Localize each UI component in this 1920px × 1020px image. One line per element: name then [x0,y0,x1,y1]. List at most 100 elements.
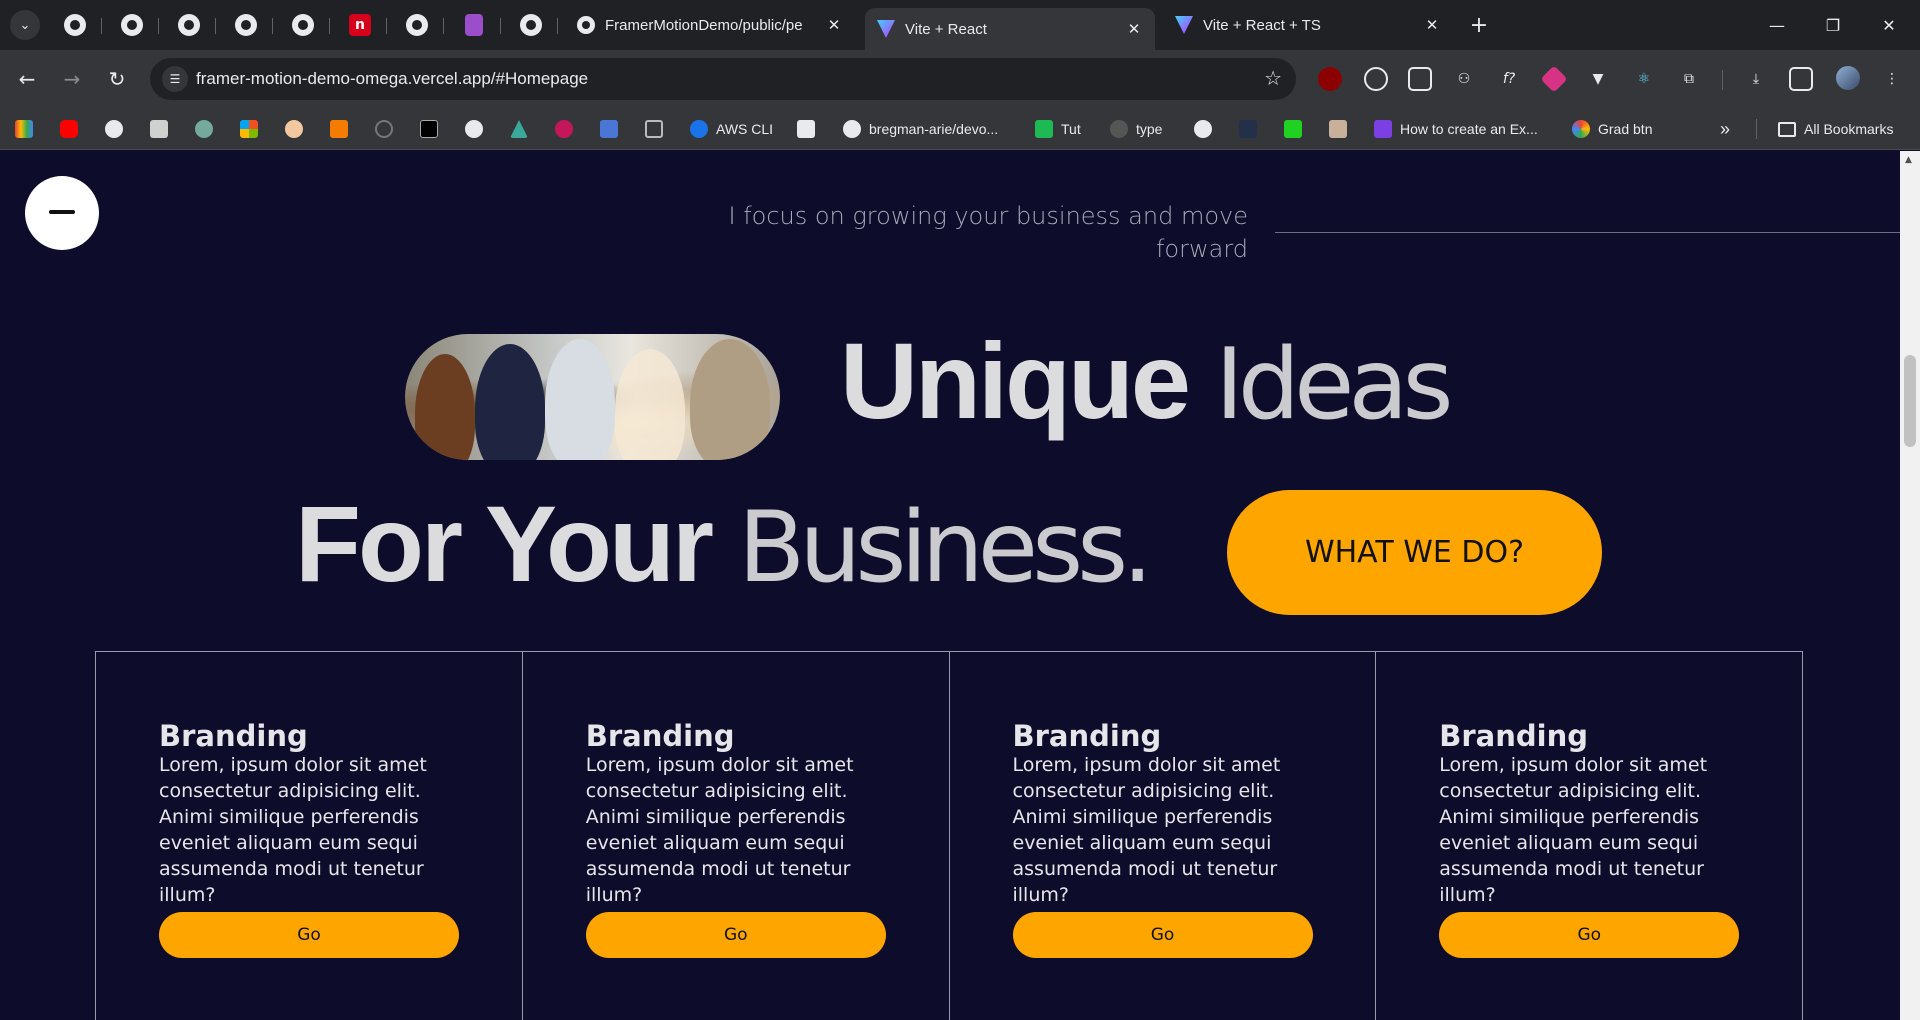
card-body: Lorem, ipsum dolor sit amet consectetur … [159,754,427,906]
download-icon[interactable]: ⤓ [1744,67,1768,91]
bookmark-extension[interactable]: How to create an Ex... [1374,117,1538,141]
all-bookmarks-button[interactable]: All Bookmarks [1778,117,1893,141]
bookmark-site[interactable] [375,117,393,141]
bookmark-label: AWS CLI [716,121,774,137]
minimize-button[interactable]: — [1754,10,1800,40]
search-icon [797,120,815,138]
headline-bold: For Your [295,483,714,604]
card-body: Lorem, ipsum dolor sit amet consectetur … [1439,754,1708,906]
service-card: Branding Lorem, ipsum dolor sit amet con… [950,652,1377,1020]
address-bar[interactable]: ☰ framer-motion-demo-omega.vercel.app/#H… [150,58,1296,100]
bookmark-label: Grad btn [1598,121,1653,137]
github-icon [520,14,542,36]
go-button[interactable]: Go [159,912,459,958]
vue-icon[interactable]: ▼ [1586,67,1610,91]
bookmark-site[interactable] [510,117,528,141]
n-logo-icon: n [349,14,371,36]
pinned-tab[interactable] [447,8,501,42]
bookmark-site[interactable] [330,117,348,141]
page-scrollbar[interactable]: ▲ [1900,151,1920,1020]
bookmark-site[interactable] [600,117,618,141]
bookmark-gmail[interactable] [15,117,33,141]
pinned-tab[interactable] [162,8,216,42]
gem-icon[interactable] [1540,65,1568,93]
bird-icon [555,120,573,138]
close-window-button[interactable]: ✕ [1866,10,1912,40]
scrollbar-thumb[interactable] [1904,355,1916,447]
pinned-tab[interactable] [48,8,102,42]
services-grid: Branding Lorem, ipsum dolor sit amet con… [95,651,1803,1020]
github-icon [105,120,123,138]
tab-framer-motion-demo[interactable]: FramerMotionDemo/public/pe ✕ [565,8,855,42]
react-icon[interactable]: ⚛ [1632,67,1656,91]
ublock-icon[interactable] [1318,67,1342,91]
bookmark-site[interactable] [150,117,168,141]
bookmark-site[interactable] [555,117,573,141]
pinned-tab[interactable] [504,8,558,42]
github-icon [121,14,143,36]
bookmark-site[interactable] [420,117,438,141]
folder-icon [1778,121,1796,137]
bookmark-site[interactable] [1239,117,1257,141]
bookmark-label: All Bookmarks [1804,121,1894,137]
bookmark-tut[interactable]: Tut [1035,117,1081,141]
site-info-icon[interactable]: ☰ [162,66,188,92]
go-button[interactable]: Go [1439,912,1740,958]
forward-button[interactable]: → [57,64,87,94]
tab-vite-react[interactable]: Vite + React ✕ [865,8,1155,50]
bookmark-site[interactable] [465,117,483,141]
bookmarks-overflow-button[interactable]: » [1720,117,1730,141]
avatar[interactable] [1836,66,1860,90]
close-icon[interactable]: ✕ [1125,20,1143,38]
bookmark-grad-btn[interactable]: Grad btn [1572,117,1652,141]
tab-search-button[interactable]: ⌄ [10,10,40,40]
bookmark-chatgpt[interactable] [195,117,213,141]
what-we-do-button[interactable]: WHAT WE DO? [1227,490,1602,615]
font-icon[interactable]: f? [1497,67,1521,91]
pinned-tab[interactable] [219,8,273,42]
reload-button[interactable]: ↻ [102,64,132,94]
bookmark-github[interactable] [105,117,123,141]
back-button[interactable]: ← [12,64,42,94]
side-panel-icon[interactable] [1789,67,1813,91]
new-tab-button[interactable]: + [1466,12,1492,38]
go-button[interactable]: Go [585,912,886,958]
bookmark-aws-cli[interactable]: AWS CLI [690,117,773,141]
window-icon[interactable] [1408,67,1432,91]
go-button[interactable]: Go [1012,912,1313,958]
extensions-icon[interactable]: ⧉ [1677,67,1701,91]
headline-line-1: Unique Ideas [840,316,1454,450]
bookmark-type[interactable]: type [1110,117,1162,141]
close-icon[interactable]: ✕ [1423,16,1441,34]
tab-title: Vite + React + TS [1203,16,1321,34]
bookmark-youtube[interactable] [60,117,78,141]
bookmark-bregman[interactable]: bregman-arie/devo... [843,117,998,141]
pinned-tab[interactable] [390,8,444,42]
more-vert-icon[interactable]: ⋮ [1880,67,1904,91]
address-url[interactable]: framer-motion-demo-omega.vercel.app/#Hom… [196,69,588,89]
github-icon [406,14,428,36]
youtube-icon [60,120,78,138]
bookmark-microsoft[interactable] [240,117,258,141]
team-photo [405,334,780,460]
tab-vite-react-ts[interactable]: Vite + React + TS ✕ [1163,8,1453,42]
menu-toggle-button[interactable] [25,176,99,250]
pinned-tab[interactable]: n [333,8,387,42]
bookmark-site[interactable] [285,117,303,141]
restore-button[interactable]: ❐ [1810,10,1856,40]
pinned-tab[interactable] [276,8,330,42]
bookmark-site[interactable] [797,117,815,141]
bookmark-site[interactable] [1329,117,1347,141]
close-icon[interactable]: ✕ [825,16,843,34]
bookmark-star-icon[interactable]: ☆ [1264,66,1282,90]
bookmark-site[interactable] [645,117,663,141]
scroll-up-icon[interactable]: ▲ [1905,155,1912,165]
graph-icon[interactable]: ⚇ [1452,67,1476,91]
bookmark-site[interactable] [1284,117,1302,141]
target-icon[interactable] [1364,67,1388,91]
photo-person [615,349,685,460]
pinned-tab[interactable] [105,8,159,42]
card-title: Branding [159,719,308,753]
bookmark-github[interactable] [1194,117,1212,141]
headline-thin: Business. [738,491,1153,605]
